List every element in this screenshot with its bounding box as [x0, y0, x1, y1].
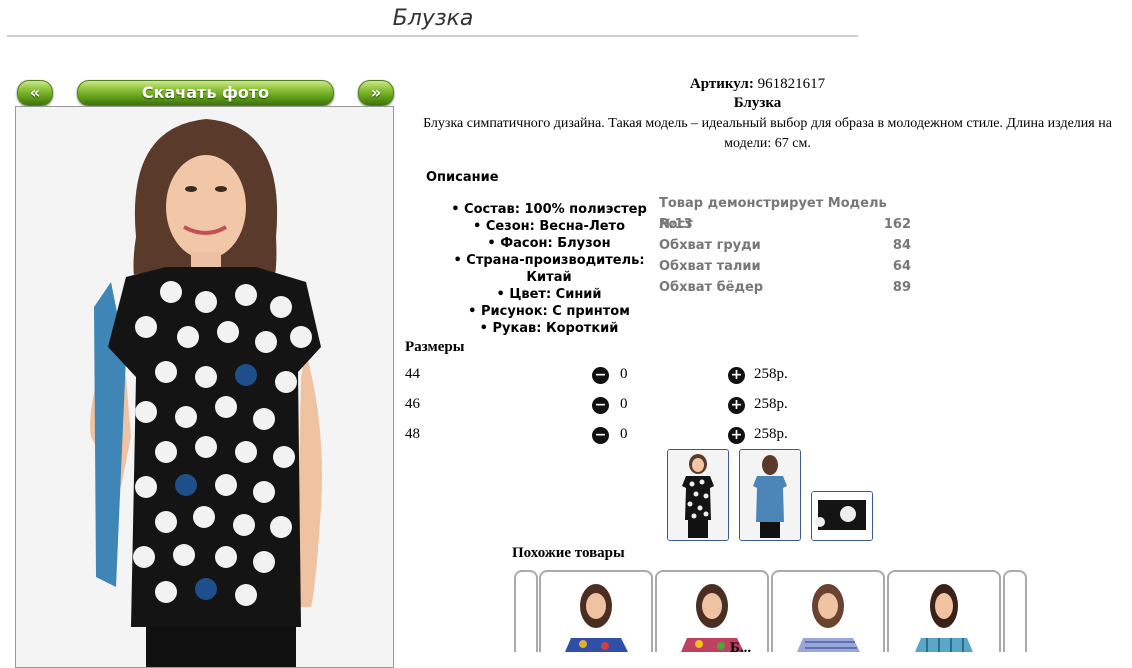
prev-photo-button[interactable]: « — [17, 80, 53, 106]
spec-text: Рисунок: С принтом — [481, 304, 630, 319]
article-value: 961821617 — [757, 76, 826, 92]
thumbnail-front[interactable] — [667, 449, 729, 541]
spec-item: • Сезон: Весна-Лето — [472, 219, 626, 234]
spec-item: • Страна-производитель: Китай — [453, 253, 645, 285]
carousel-prev[interactable] — [514, 570, 538, 652]
size-row-44: 44 − 0 + 258р. — [405, 366, 825, 386]
thumbnail-detail[interactable] — [811, 491, 873, 541]
quantity-value: 0 — [620, 366, 628, 382]
model-label: Обхват груди — [659, 238, 761, 253]
article-label: Артикул: — [689, 76, 754, 92]
model-label: Обхват бёдер — [659, 280, 764, 295]
title-divider — [7, 35, 858, 37]
spec-item: • Цвет: Синий — [496, 287, 602, 302]
spec-text: Сезон: Весна-Лето — [485, 219, 626, 234]
similar-product-4[interactable] — [887, 570, 1001, 652]
thumbnail-detail-image — [812, 492, 872, 540]
similar-product-image — [891, 576, 997, 652]
similar-caption: Б... — [730, 640, 752, 656]
spec-item: • Рукав: Короткий — [479, 321, 619, 336]
thumbnail-back[interactable] — [739, 449, 801, 541]
similar-product-2[interactable] — [655, 570, 769, 652]
model-label: Рост — [659, 217, 693, 232]
product-name: Блузка — [733, 95, 782, 111]
model-heading-text: Товар демонстрирует Модель №13 — [659, 196, 887, 232]
similar-products-heading: Похожие товары — [512, 545, 625, 561]
model-row: Обхват талии 64 — [659, 256, 911, 277]
spec-text: Цвет: Синий — [509, 287, 602, 302]
size-label: 46 — [405, 396, 420, 412]
main-product-photo[interactable] — [15, 106, 394, 668]
size-row-48: 48 − 0 + 258р. — [405, 426, 825, 446]
spec-item: • Рисунок: С принтом — [468, 304, 630, 319]
plus-icon[interactable]: + — [728, 367, 745, 384]
thumbnail-front-image — [668, 450, 728, 540]
spec-text: Фасон: Блузон — [500, 236, 611, 251]
model-row: Обхват бёдер 89 — [659, 277, 911, 298]
sizes-heading: Размеры — [405, 339, 465, 355]
minus-icon[interactable]: − — [592, 427, 609, 444]
spec-item: • Фасон: Блузон — [487, 236, 611, 251]
model-table: Товар демонстрирует Модель №13 Рост 162 О… — [659, 193, 911, 298]
article-line: Артикул: 961821617 — [385, 76, 1130, 93]
quantity-value: 0 — [620, 426, 628, 442]
model-value: 64 — [892, 259, 911, 274]
size-price: 258р. — [754, 366, 788, 382]
model-row: Обхват груди 84 — [659, 235, 911, 256]
download-photo-button[interactable]: Скачать фото — [77, 80, 334, 106]
size-price: 258р. — [754, 396, 788, 412]
size-row-46: 46 − 0 + 258р. — [405, 396, 825, 416]
similar-product-image — [543, 576, 649, 652]
model-label: Обхват талии — [659, 259, 761, 274]
plus-icon[interactable]: + — [728, 397, 745, 414]
model-value: 84 — [892, 238, 911, 253]
size-price: 258р. — [754, 426, 788, 442]
description-heading: Описание — [426, 170, 499, 185]
product-info: Артикул: 961821617 Блузка Блузка симпати… — [405, 76, 1130, 154]
main-photo-illustration — [16, 107, 393, 667]
spec-list: • Состав: 100% полиэстер • Сезон: Весна-… — [436, 201, 662, 337]
model-value: 162 — [883, 217, 911, 232]
page-title: Блузка — [392, 6, 474, 31]
spec-item: • Состав: 100% полиэстер — [451, 202, 647, 217]
similar-product-3[interactable] — [771, 570, 885, 652]
size-label: 44 — [405, 366, 420, 382]
spec-text: Рукав: Короткий — [492, 321, 619, 336]
model-heading: Товар демонстрирует Модель №13 — [659, 193, 911, 232]
product-description: Блузка симпатичного дизайна. Такая модел… — [423, 116, 1112, 151]
similar-product-1[interactable] — [539, 570, 653, 652]
quantity-value: 0 — [620, 396, 628, 412]
spec-text: Состав: 100% полиэстер — [464, 202, 647, 217]
model-value: 89 — [892, 280, 911, 295]
similar-product-image — [775, 576, 881, 652]
minus-icon[interactable]: − — [592, 397, 609, 414]
size-label: 48 — [405, 426, 420, 442]
carousel-next[interactable] — [1003, 570, 1027, 652]
thumbnail-back-image — [740, 450, 800, 540]
spec-text: Страна-производитель: Китай — [466, 253, 645, 285]
minus-icon[interactable]: − — [592, 367, 609, 384]
model-row: Рост 162 — [659, 214, 911, 235]
plus-icon[interactable]: + — [728, 427, 745, 444]
